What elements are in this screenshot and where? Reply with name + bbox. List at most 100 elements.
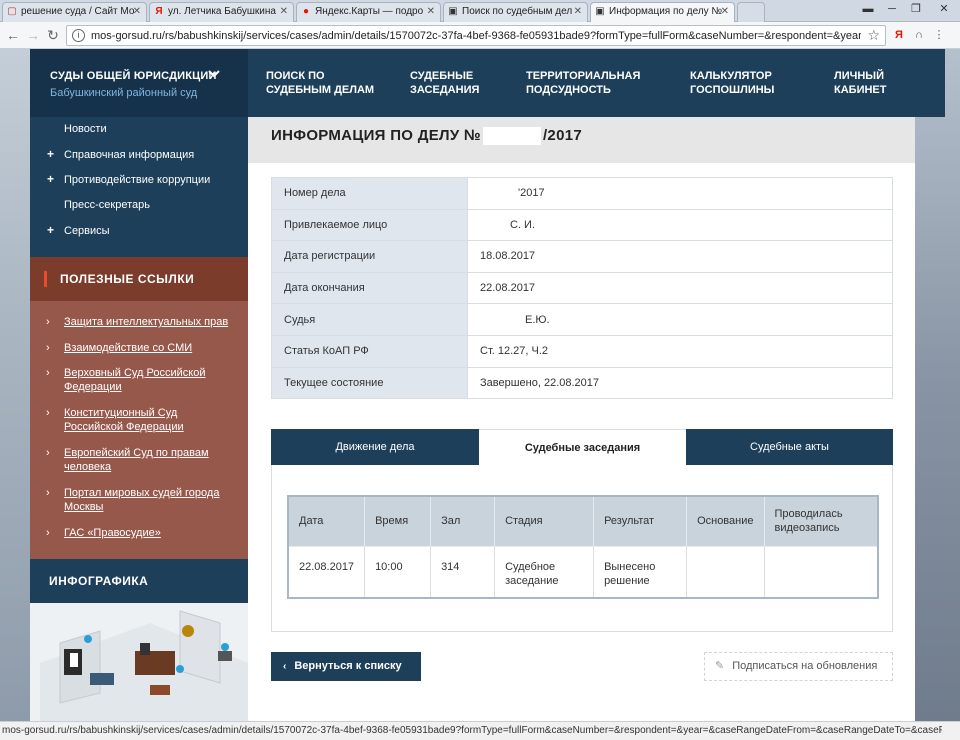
browser-tab-label: ул. Летчика Бабушкина xyxy=(168,6,276,17)
link-text[interactable]: ГАС «Правосудие» xyxy=(64,526,240,540)
useful-links-header: ПОЛЕЗНЫЕ ССЫЛКИ xyxy=(30,257,248,301)
reload-icon[interactable]: ↻ xyxy=(45,27,61,43)
sidebar-item-services[interactable]: Сервисы xyxy=(64,225,110,237)
nav-personal-account[interactable]: ЛИЧНЫЙ КАБИНЕТ xyxy=(834,69,886,97)
back-arrow-icon[interactable]: ← xyxy=(5,27,21,43)
detail-value: Ст. 12.27, Ч.2 xyxy=(467,334,893,368)
page-title: ИНФОРМАЦИЯ ПО ДЕЛУ № /2017 xyxy=(271,127,582,146)
table-row: Дата регистрации 18.08.2017 xyxy=(271,240,893,273)
nav-court-hearings[interactable]: СУДЕБНЫЕ ЗАСЕДАНИЯ xyxy=(410,69,479,97)
new-tab-button[interactable] xyxy=(737,2,765,22)
table-header-row: Дата Время Зал Стадия Результат Основани… xyxy=(287,495,879,547)
court-selector[interactable]: СУДЫ ОБЩЕЙ ЮРИСДИКЦИИ Бабушкинский район… xyxy=(30,49,248,117)
nav-territorial-jurisdiction[interactable]: ТЕРРИТОРИАЛЬНАЯ ПОДСУДНОСТЬ xyxy=(526,69,640,97)
redacted-block xyxy=(482,127,541,146)
column-header: Результат xyxy=(593,495,688,547)
detail-value: 18.08.2017 xyxy=(467,240,893,273)
browser-tab-1[interactable]: ▢ решение суда / Сайт Мо ✕ xyxy=(2,2,147,22)
link-text[interactable]: Москвы xyxy=(64,500,240,514)
nav-case-search[interactable]: ПОИСК ПО СУДЕБНЫМ ДЕЛАМ xyxy=(266,69,374,97)
link-magistrates-portal[interactable]: Портал мировых судей города Москвы xyxy=(64,486,240,514)
link-text[interactable]: Взаимодействие со СМИ xyxy=(64,341,240,355)
browser-tab-3[interactable]: ● Яндекс.Карты — подро ✕ xyxy=(296,2,441,22)
hearings-panel: Дата Время Зал Стадия Результат Основани… xyxy=(271,465,893,632)
site-info-icon[interactable]: i xyxy=(72,29,85,42)
chevron-right-icon: › xyxy=(46,487,50,499)
close-tab-icon[interactable]: ✕ xyxy=(721,6,729,17)
sidebar-item-anticorruption[interactable]: Противодействие коррупции xyxy=(64,174,210,186)
chevron-down-icon[interactable] xyxy=(208,68,220,82)
tab-court-hearings[interactable]: Судебные заседания xyxy=(479,429,686,465)
chevron-right-icon: › xyxy=(46,316,50,328)
sidebar-item-reference[interactable]: Справочная информация xyxy=(64,149,194,161)
column-header: Стадия xyxy=(494,495,595,547)
site-favicon-icon: ▣ xyxy=(448,6,458,17)
bookmark-star-icon[interactable]: ☆ xyxy=(867,27,880,44)
mosgorsud-favicon-icon: ▢ xyxy=(7,6,17,17)
expand-plus-icon[interactable]: + xyxy=(47,172,54,186)
sidebar-item-news[interactable]: Новости xyxy=(64,123,107,135)
link-text[interactable]: Защита интеллектуальных прав xyxy=(64,315,240,329)
link-constitutional-court[interactable]: Конституционный Суд Российской Федерации xyxy=(64,406,240,434)
sidebar-item-press[interactable]: Пресс-секретарь xyxy=(64,199,150,211)
link-text[interactable]: Российской Федерации xyxy=(64,420,240,434)
nav-fee-calculator[interactable]: КАЛЬКУЛЯТОР ГОСПОШЛИНЫ xyxy=(690,69,774,97)
useful-links-title: ПОЛЕЗНЫЕ ССЫЛКИ xyxy=(60,272,195,286)
link-intellectual-rights[interactable]: Защита интеллектуальных прав xyxy=(64,315,240,329)
subscribe-updates-button[interactable]: ✎ Подписаться на обновления xyxy=(704,652,893,681)
useful-links-list: › Защита интеллектуальных прав › Взаимод… xyxy=(30,301,248,559)
link-text[interactable]: человека xyxy=(64,460,240,474)
chevron-right-icon: › xyxy=(46,342,50,354)
link-gas-pravosudie[interactable]: ГАС «Правосудие» xyxy=(64,526,240,540)
detail-value: 22.08.2017 xyxy=(467,271,893,305)
nav-label: ПОДСУДНОСТЬ xyxy=(526,84,611,96)
link-text[interactable]: Федерации xyxy=(64,380,240,394)
nav-label: ГОСПОШЛИНЫ xyxy=(690,84,775,96)
chevron-right-icon: › xyxy=(46,527,50,539)
tab-court-acts[interactable]: Судебные акты xyxy=(686,429,893,465)
expand-plus-icon[interactable]: + xyxy=(47,223,54,237)
minimize-icon[interactable]: ─ xyxy=(882,1,902,19)
browser-menu-icon[interactable]: ⋮ xyxy=(932,28,946,42)
infographic-illustration[interactable] xyxy=(30,603,248,721)
link-media[interactable]: Взаимодействие со СМИ xyxy=(64,341,240,355)
chevron-left-icon: ‹ xyxy=(283,661,287,672)
link-text[interactable]: Верховный Суд Российской xyxy=(64,366,240,380)
close-tab-icon[interactable]: ✕ xyxy=(427,6,435,17)
link-text[interactable]: Европейский Суд по правам xyxy=(64,446,240,460)
close-window-icon[interactable]: ✕ xyxy=(930,1,958,19)
column-header: Дата xyxy=(287,495,366,547)
page-title-prefix: ИНФОРМАЦИЯ ПО ДЕЛУ № xyxy=(271,127,481,144)
link-supreme-court[interactable]: Верховный Суд Российской Федерации xyxy=(64,366,240,394)
expand-plus-icon[interactable]: + xyxy=(47,147,54,161)
close-tab-icon[interactable]: ✕ xyxy=(133,6,141,17)
table-row: Судья Е.Ю. xyxy=(271,303,893,336)
link-text[interactable]: Конституционный Суд xyxy=(64,406,240,420)
nav-label: КАБИНЕТ xyxy=(834,84,887,96)
close-tab-icon[interactable]: ✕ xyxy=(280,6,288,17)
back-to-list-label: Вернуться к списку xyxy=(294,660,402,672)
detail-key: Судья xyxy=(271,303,468,336)
browser-tab-4[interactable]: ▣ Поиск по судебным дел ✕ xyxy=(443,2,588,22)
browser-tab-2[interactable]: Я ул. Летчика Бабушкина ✕ xyxy=(149,2,294,22)
profile-icon[interactable]: ▬ xyxy=(858,1,878,19)
link-text[interactable]: Портал мировых судей города xyxy=(64,486,240,500)
address-bar[interactable]: i mos-gorsud.ru/rs/babushkinskij/service… xyxy=(66,25,886,46)
status-url: mos-gorsud.ru/rs/babushkinskij/services/… xyxy=(2,725,942,736)
accent-bar xyxy=(44,271,47,287)
back-to-list-button[interactable]: ‹ Вернуться к списку xyxy=(271,652,421,681)
yandex-extension-icon[interactable]: Я xyxy=(892,28,906,42)
infographic-header: ИНФОГРАФИКА xyxy=(30,559,248,611)
detail-key: Номер дела xyxy=(271,177,468,210)
nav-label: СУДЕБНЫЕ xyxy=(410,70,474,82)
forward-arrow-icon[interactable]: → xyxy=(25,27,41,43)
headphones-extension-icon[interactable]: ∩ xyxy=(912,28,926,42)
nav-label: СУДЕБНЫМ ДЕЛАМ xyxy=(266,84,375,96)
maximize-icon[interactable]: ❐ xyxy=(906,1,926,19)
browser-tab-5[interactable]: ▣ Информация по делу № ✕ xyxy=(590,2,735,23)
address-url[interactable]: mos-gorsud.ru/rs/babushkinskij/services/… xyxy=(91,30,861,42)
browser-status-bar: mos-gorsud.ru/rs/babushkinskij/services/… xyxy=(0,721,960,740)
tab-case-movement[interactable]: Движение дела xyxy=(271,429,479,465)
link-echr[interactable]: Европейский Суд по правам человека xyxy=(64,446,240,474)
close-tab-icon[interactable]: ✕ xyxy=(574,6,582,17)
